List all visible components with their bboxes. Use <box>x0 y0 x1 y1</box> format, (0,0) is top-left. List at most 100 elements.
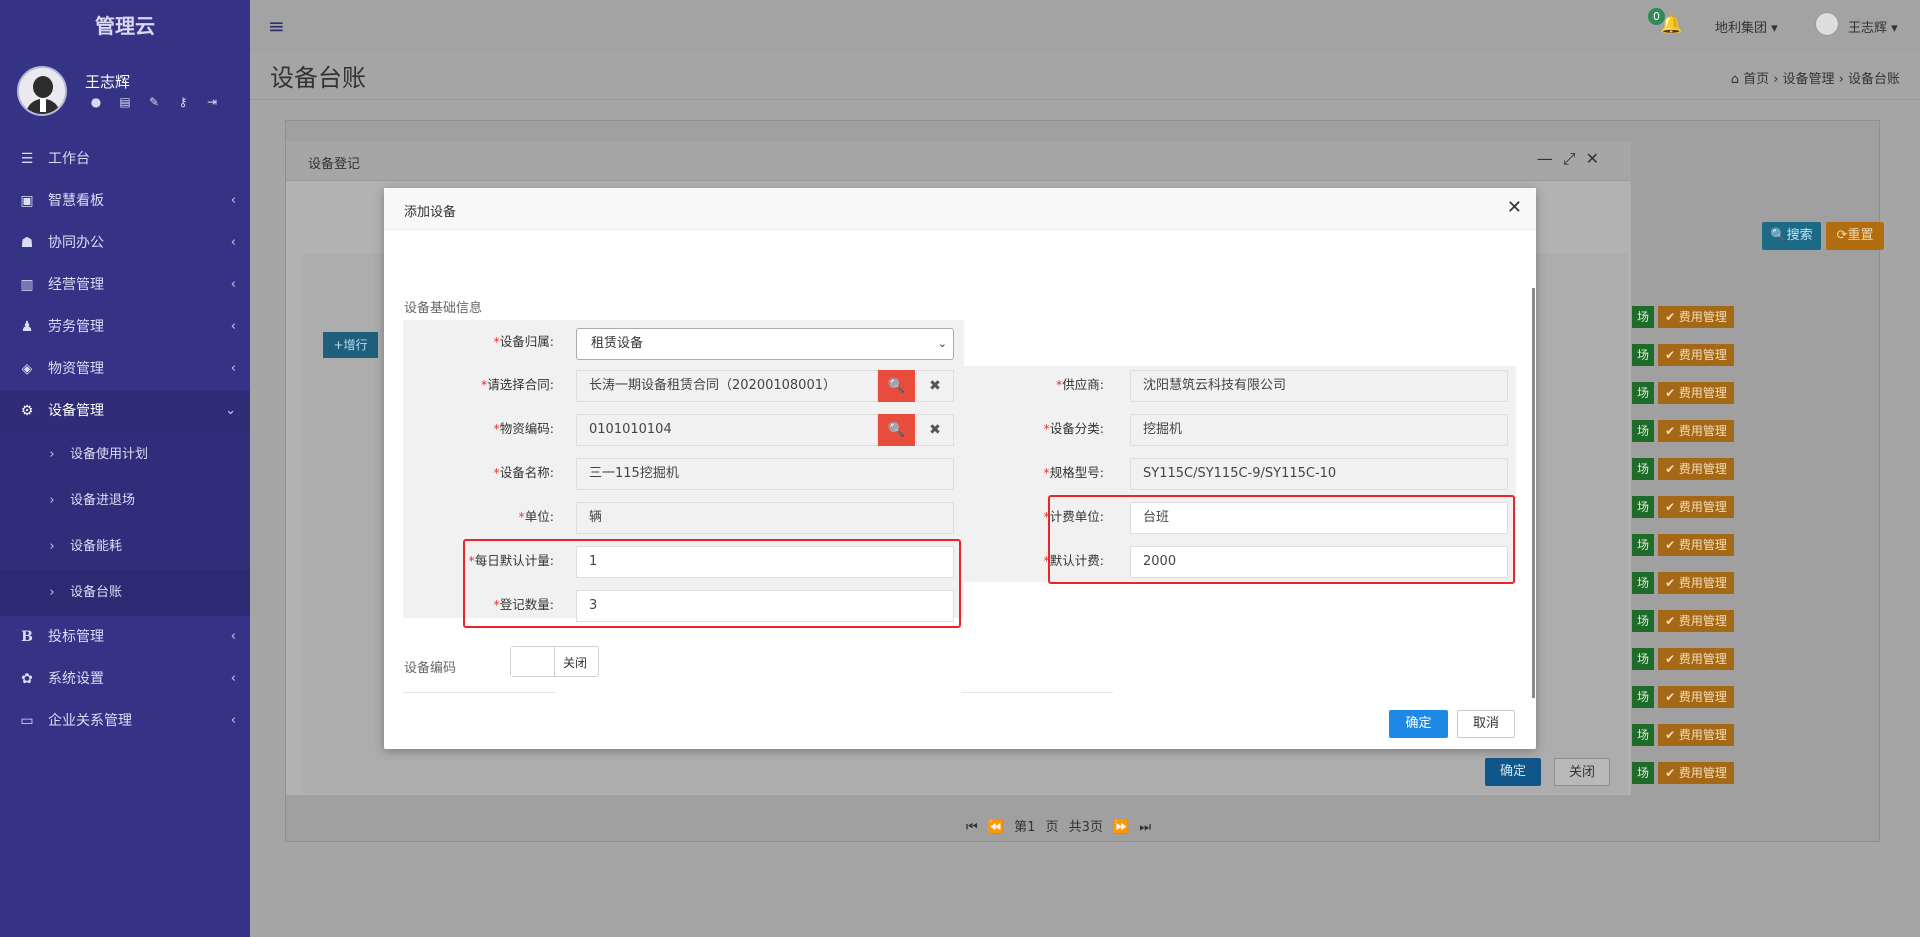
fee-management-button[interactable]: ✔ 费用管理 <box>1658 496 1734 518</box>
menu-toggle-icon[interactable]: ≡ <box>268 14 285 38</box>
close-icon[interactable]: ✕ <box>1586 149 1609 168</box>
sidebar-item-workbench[interactable]: ☰ 工作台 <box>0 138 250 180</box>
pagination[interactable]: ⏮ ⏪ 第1 页 共3页 ⏩ ⏭ <box>966 816 1151 835</box>
edit-icon[interactable]: ✎ <box>146 95 164 109</box>
user-icon[interactable]: ● <box>88 95 106 109</box>
entry-exit-button[interactable]: 场 <box>1632 724 1654 746</box>
material-search-icon[interactable]: 🔍 <box>878 414 915 446</box>
sidebar-subitem-entry-exit[interactable]: › 设备进退场 <box>0 478 250 524</box>
entry-exit-button[interactable]: 场 <box>1632 420 1654 442</box>
add-equipment-modal: 添加设备 ✕ 设备基础信息 *设备归属: 租赁设备 ⌄ *请选择合同: 长涛一期设… <box>384 188 1536 749</box>
cube-icon: ◈ <box>21 361 33 377</box>
fee-management-button[interactable]: ✔ 费用管理 <box>1658 534 1734 556</box>
company-switcher[interactable]: 地利集团 ▾ <box>1715 17 1778 36</box>
sidebar-item-equipment[interactable]: ⚙ 设备管理 ⌄ <box>0 390 250 432</box>
add-row-button[interactable]: +增行 <box>323 332 378 358</box>
material-clear-icon[interactable]: ✖ <box>916 414 954 446</box>
modal-scrollbar[interactable] <box>1532 288 1535 698</box>
chevron-right-icon: › <box>49 447 55 462</box>
sidebar-item-crm[interactable]: ▭ 企业关系管理 ‹ <box>0 700 250 742</box>
entry-exit-button[interactable]: 场 <box>1632 306 1654 328</box>
topbar-avatar[interactable] <box>1815 12 1839 36</box>
sidebar-subitem-label: 设备台账 <box>70 585 123 600</box>
fee-management-button[interactable]: ✔ 费用管理 <box>1658 724 1734 746</box>
modal-cancel-button[interactable]: 取消 <box>1457 710 1515 738</box>
monitor-board-icon: ▣ <box>20 193 34 209</box>
sidebar-item-smart-board[interactable]: ▣ 智慧看板 ‹ <box>0 180 250 222</box>
supplier-field[interactable]: 沈阳慧筑云科技有限公司 <box>1130 370 1508 402</box>
sidebar-item-bidding[interactable]: B 投标管理 ‹ <box>0 616 250 658</box>
bold-b-icon: B <box>21 629 33 645</box>
topbar: ≡ 0 🔔 地利集团 ▾ 王志辉 ▾ <box>250 0 1920 52</box>
chevron-left-icon: ‹ <box>230 277 236 292</box>
fee-management-button[interactable]: ✔ 费用管理 <box>1658 382 1734 404</box>
sidebar-item-label: 企业关系管理 <box>48 713 132 729</box>
fee-management-button[interactable]: ✔ 费用管理 <box>1658 344 1734 366</box>
category-label: *设备分类: <box>1043 421 1104 436</box>
entry-exit-button[interactable]: 场 <box>1632 496 1654 518</box>
entry-exit-button[interactable]: 场 <box>1632 534 1654 556</box>
sidebar-item-labor[interactable]: ♟ 劳务管理 ‹ <box>0 306 250 348</box>
toggle-knob <box>511 647 555 676</box>
modal-title: 添加设备 <box>404 205 457 220</box>
equipment-name-field[interactable]: 三一115挖掘机 <box>576 458 954 490</box>
breadcrumb[interactable]: ⌂ 首页 › 设备管理 › 设备台账 <box>1731 68 1900 87</box>
settings-icon: ✿ <box>21 671 33 687</box>
ownership-select[interactable]: 租赁设备 ⌄ <box>576 328 954 360</box>
search-button[interactable]: 🔍搜索 <box>1762 222 1821 250</box>
key-icon[interactable]: ⚷ <box>175 95 193 109</box>
unit-field[interactable]: 辆 <box>576 502 954 534</box>
entry-exit-button[interactable]: 场 <box>1632 572 1654 594</box>
entry-exit-button[interactable]: 场 <box>1632 762 1654 784</box>
logout-icon[interactable]: ⇥ <box>204 95 222 109</box>
sidebar-item-collaboration[interactable]: ☗ 协同办公 ‹ <box>0 222 250 264</box>
chevron-right-icon: › <box>49 585 55 600</box>
fee-management-button[interactable]: ✔ 费用管理 <box>1658 648 1734 670</box>
fee-management-button[interactable]: ✔ 费用管理 <box>1658 458 1734 480</box>
entry-exit-button[interactable]: 场 <box>1632 648 1654 670</box>
fee-management-button[interactable]: ✔ 费用管理 <box>1658 762 1734 784</box>
register-confirm-button[interactable]: 确定 <box>1485 758 1541 786</box>
fee-management-button[interactable]: ✔ 费用管理 <box>1658 420 1734 442</box>
fee-management-button[interactable]: ✔ 费用管理 <box>1658 686 1734 708</box>
chevron-down-icon: ⌄ <box>225 403 236 418</box>
contract-field[interactable]: 长涛一期设备租赁合同（20200108001） <box>576 370 878 402</box>
register-close-button[interactable]: 关闭 <box>1554 758 1610 786</box>
sidebar-subitem-ledger[interactable]: › 设备台账 <box>0 570 250 616</box>
row-actions: 场 ✔ 费用管理 <box>1625 572 1735 594</box>
bell-icon[interactable]: 🔔 <box>1660 14 1682 35</box>
row-actions: 场 ✔ 费用管理 <box>1625 762 1735 784</box>
id-card-icon[interactable]: ▤ <box>117 95 135 109</box>
entry-exit-button[interactable]: 场 <box>1632 382 1654 404</box>
maximize-icon[interactable]: ⤢ <box>1563 149 1586 168</box>
chevron-left-icon: ‹ <box>230 713 236 728</box>
sidebar-subitem-energy[interactable]: › 设备能耗 <box>0 524 250 570</box>
fee-management-button[interactable]: ✔ 费用管理 <box>1658 572 1734 594</box>
modal-confirm-button[interactable]: 确定 <box>1389 710 1448 738</box>
sidebar-item-operations[interactable]: ▥ 经营管理 ‹ <box>0 264 250 306</box>
fee-management-button[interactable]: ✔ 费用管理 <box>1658 610 1734 632</box>
equipment-code-toggle[interactable]: 关闭 <box>510 646 599 677</box>
minimize-icon[interactable]: — <box>1537 149 1563 168</box>
row-actions: 场 ✔ 费用管理 <box>1625 724 1735 746</box>
entry-exit-button[interactable]: 场 <box>1632 458 1654 480</box>
contract-clear-icon[interactable]: ✖ <box>916 370 954 402</box>
fee-management-button[interactable]: ✔ 费用管理 <box>1658 306 1734 328</box>
sidebar-item-system-settings[interactable]: ✿ 系统设置 ‹ <box>0 658 250 700</box>
reset-button[interactable]: ⟳重置 <box>1826 222 1884 250</box>
contract-search-icon[interactable]: 🔍 <box>878 370 915 402</box>
category-field[interactable]: 挖掘机 <box>1130 414 1508 446</box>
sidebar-subitem-usage-plan[interactable]: › 设备使用计划 <box>0 432 250 478</box>
entry-exit-button[interactable]: 场 <box>1632 610 1654 632</box>
sidebar-item-materials[interactable]: ◈ 物资管理 ‹ <box>0 348 250 390</box>
spec-field[interactable]: SY115C/SY115C-9/SY115C-10 <box>1130 458 1508 490</box>
sidebar-item-label: 物资管理 <box>48 361 104 377</box>
equipment-code-label: 设备编码 <box>404 661 457 676</box>
entry-exit-button[interactable]: 场 <box>1632 686 1654 708</box>
row-actions: 场 ✔ 费用管理 <box>1625 648 1735 670</box>
avatar[interactable] <box>17 66 67 116</box>
topbar-user-menu[interactable]: 王志辉 ▾ <box>1848 17 1898 36</box>
entry-exit-button[interactable]: 场 <box>1632 344 1654 366</box>
material-code-field[interactable]: 0101010104 <box>576 414 878 446</box>
close-icon[interactable]: ✕ <box>1507 197 1522 218</box>
